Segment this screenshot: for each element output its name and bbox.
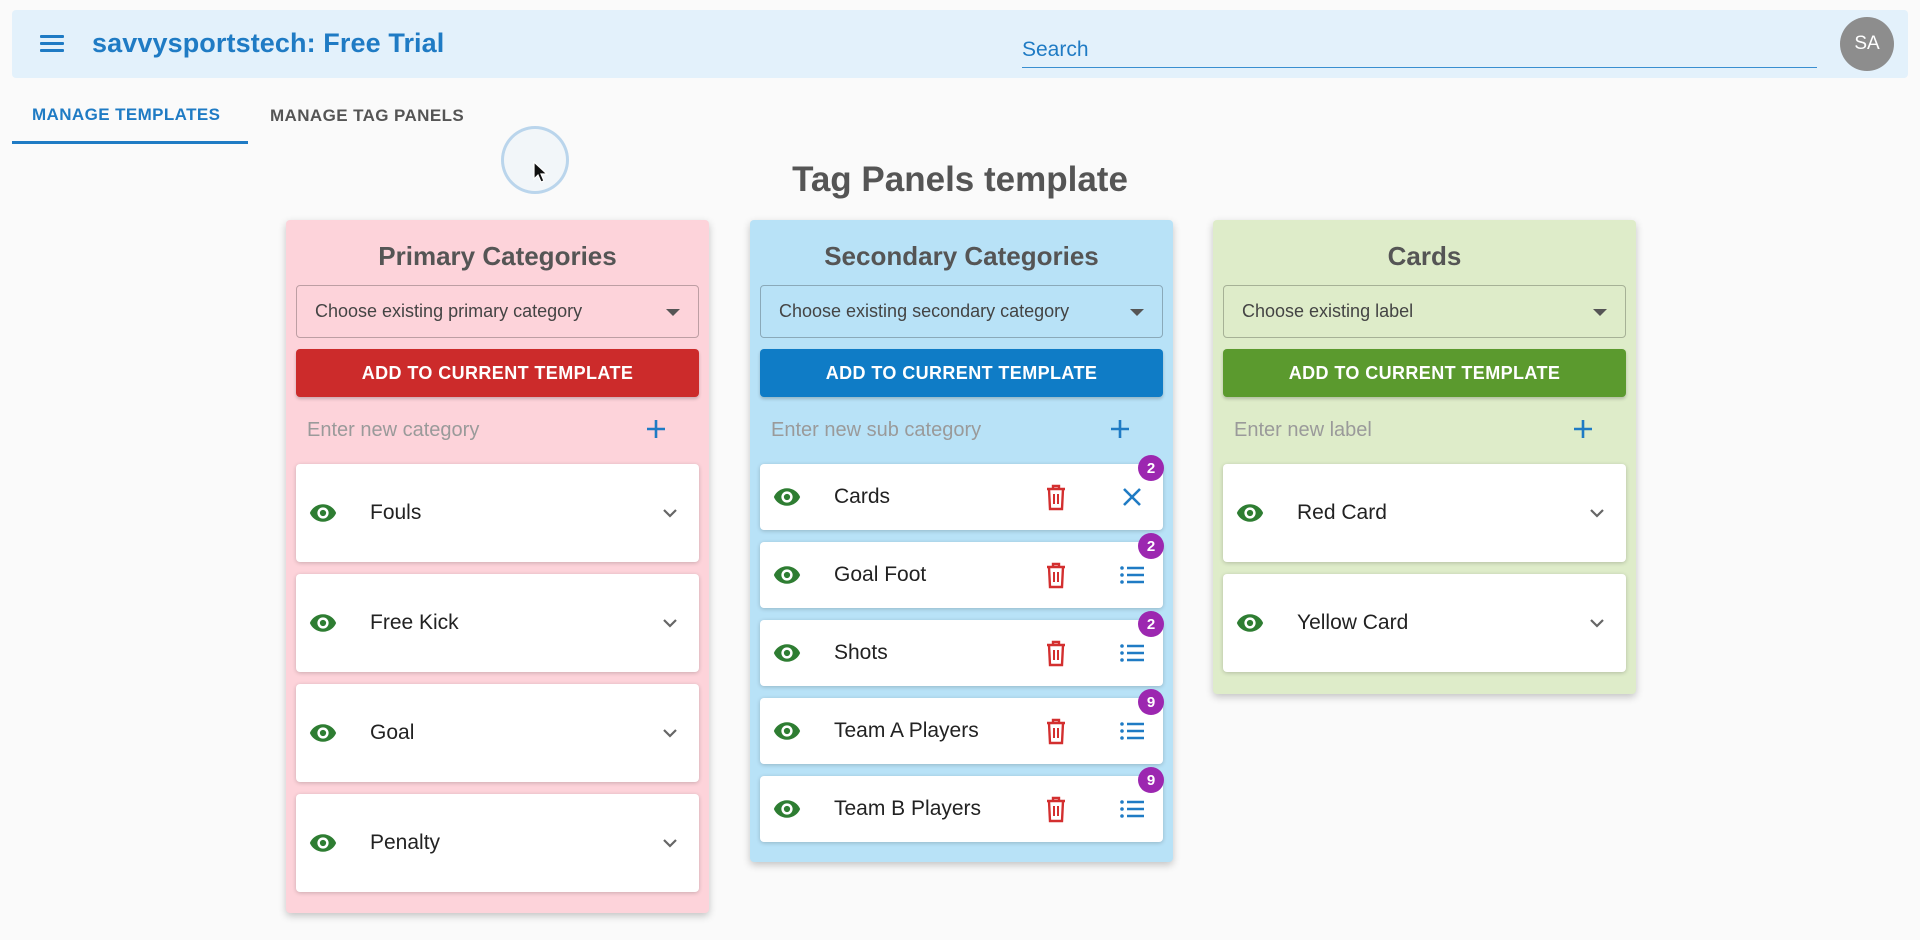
list-item[interactable]: Free Kick [296, 574, 699, 672]
cards-panel: Cards Choose existing label ADD TO CURRE… [1213, 220, 1636, 694]
item-label: Red Card [1297, 501, 1387, 524]
list-item[interactable]: Team A Players 9 [760, 689, 1164, 764]
hamburger-menu-icon[interactable] [38, 32, 66, 56]
eye-icon[interactable] [772, 482, 802, 512]
count-badge: 2 [1138, 611, 1164, 637]
close-icon[interactable] [1118, 483, 1146, 511]
item-label: Shots [834, 641, 888, 664]
item-label: Penalty [370, 831, 441, 854]
cards-list: Red Card Yellow Card [1223, 464, 1626, 672]
tab-manage-templates[interactable]: MANAGE TEMPLATES [12, 88, 248, 144]
label-select[interactable]: Choose existing label [1223, 285, 1626, 338]
primary-categories-panel: Primary Categories Choose existing prima… [286, 220, 709, 913]
secondary-category-list: Cards 2 Goal Foot 2 Shots 2 Team A Playe… [760, 455, 1164, 842]
add-icon[interactable] [1572, 418, 1594, 440]
list-item[interactable]: Penalty [296, 794, 699, 892]
count-badge: 9 [1138, 767, 1164, 793]
new-label-row [1223, 397, 1626, 463]
add-to-template-button[interactable]: ADD TO CURRENT TEMPLATE [1223, 349, 1626, 397]
primary-category-select[interactable]: Choose existing primary category [296, 285, 699, 338]
new-category-input[interactable] [296, 418, 626, 442]
count-badge: 2 [1138, 455, 1164, 481]
eye-icon[interactable] [772, 794, 802, 824]
add-icon[interactable] [1109, 418, 1131, 440]
add-icon[interactable] [645, 418, 667, 440]
new-sub-category-input[interactable] [760, 418, 1090, 442]
chevron-down-icon[interactable] [659, 722, 681, 744]
select-value: Choose existing label [1242, 301, 1414, 321]
select-value: Choose existing secondary category [779, 301, 1070, 321]
count-badge: 2 [1138, 533, 1164, 559]
user-avatar[interactable]: SA [1840, 17, 1894, 71]
eye-icon[interactable] [772, 716, 802, 746]
trash-icon[interactable] [1044, 639, 1068, 667]
tab-bar: MANAGE TEMPLATES MANAGE TAG PANELS [12, 88, 485, 144]
trash-icon[interactable] [1044, 717, 1068, 745]
eye-icon[interactable] [308, 608, 338, 638]
list-item[interactable]: Fouls [296, 464, 699, 562]
list-item[interactable]: Team B Players 9 [760, 767, 1164, 842]
list-icon[interactable] [1118, 795, 1146, 823]
chevron-down-icon[interactable] [659, 612, 681, 634]
item-label: Fouls [370, 501, 422, 524]
panel-title: Primary Categories [378, 240, 617, 271]
new-sub-category-row [760, 397, 1163, 463]
list-icon[interactable] [1118, 561, 1146, 589]
list-item[interactable]: Yellow Card [1223, 574, 1626, 672]
trash-icon[interactable] [1044, 483, 1068, 511]
app-title: savvysportstech: Free Trial [92, 28, 445, 58]
eye-icon[interactable] [1235, 608, 1265, 638]
chevron-down-icon[interactable] [659, 832, 681, 854]
secondary-category-select[interactable]: Choose existing secondary category [760, 285, 1163, 338]
item-label: Free Kick [370, 611, 459, 634]
top-app-bar: savvysportstech: Free Trial SA [12, 10, 1908, 78]
page-title: Tag Panels template [792, 160, 1128, 199]
eye-icon[interactable] [772, 560, 802, 590]
eye-icon[interactable] [308, 718, 338, 748]
add-to-template-button[interactable]: ADD TO CURRENT TEMPLATE [760, 349, 1163, 397]
chevron-down-icon[interactable] [1586, 502, 1608, 524]
secondary-categories-panel: Secondary Categories Choose existing sec… [750, 220, 1173, 862]
eye-icon[interactable] [308, 828, 338, 858]
dropdown-arrow-icon [666, 309, 680, 316]
list-item[interactable]: Cards 2 [760, 455, 1164, 530]
list-icon[interactable] [1118, 639, 1146, 667]
list-icon[interactable] [1118, 717, 1146, 745]
trash-icon[interactable] [1044, 561, 1068, 589]
panel-title: Secondary Categories [824, 240, 1099, 271]
select-value: Choose existing primary category [315, 301, 583, 321]
item-label: Cards [834, 485, 891, 508]
new-category-row [296, 397, 699, 463]
item-label: Goal [370, 721, 415, 744]
item-label: Goal Foot [834, 563, 927, 586]
item-label: Team A Players [834, 719, 979, 742]
chevron-down-icon[interactable] [659, 502, 681, 524]
count-badge: 9 [1138, 689, 1164, 715]
list-item[interactable]: Goal [296, 684, 699, 782]
search-input[interactable] [1022, 32, 1817, 68]
add-to-template-button[interactable]: ADD TO CURRENT TEMPLATE [296, 349, 699, 397]
item-label: Yellow Card [1297, 611, 1409, 634]
list-item[interactable]: Shots 2 [760, 611, 1164, 686]
list-item[interactable]: Goal Foot 2 [760, 533, 1164, 608]
tab-manage-tag-panels[interactable]: MANAGE TAG PANELS [248, 88, 485, 144]
eye-icon[interactable] [772, 638, 802, 668]
trash-icon[interactable] [1044, 795, 1068, 823]
dropdown-arrow-icon [1130, 309, 1144, 316]
eye-icon[interactable] [1235, 498, 1265, 528]
new-label-input[interactable] [1223, 418, 1553, 442]
list-item[interactable]: Red Card [1223, 464, 1626, 562]
primary-category-list: Fouls Free Kick Goal Penalty [296, 464, 699, 892]
app-root: savvysportstech: Free Trial SA MANAGE TE… [0, 0, 1920, 940]
eye-icon[interactable] [308, 498, 338, 528]
panel-title: Cards [1387, 240, 1462, 271]
dropdown-arrow-icon [1593, 309, 1607, 316]
chevron-down-icon[interactable] [1586, 612, 1608, 634]
item-label: Team B Players [834, 797, 982, 820]
